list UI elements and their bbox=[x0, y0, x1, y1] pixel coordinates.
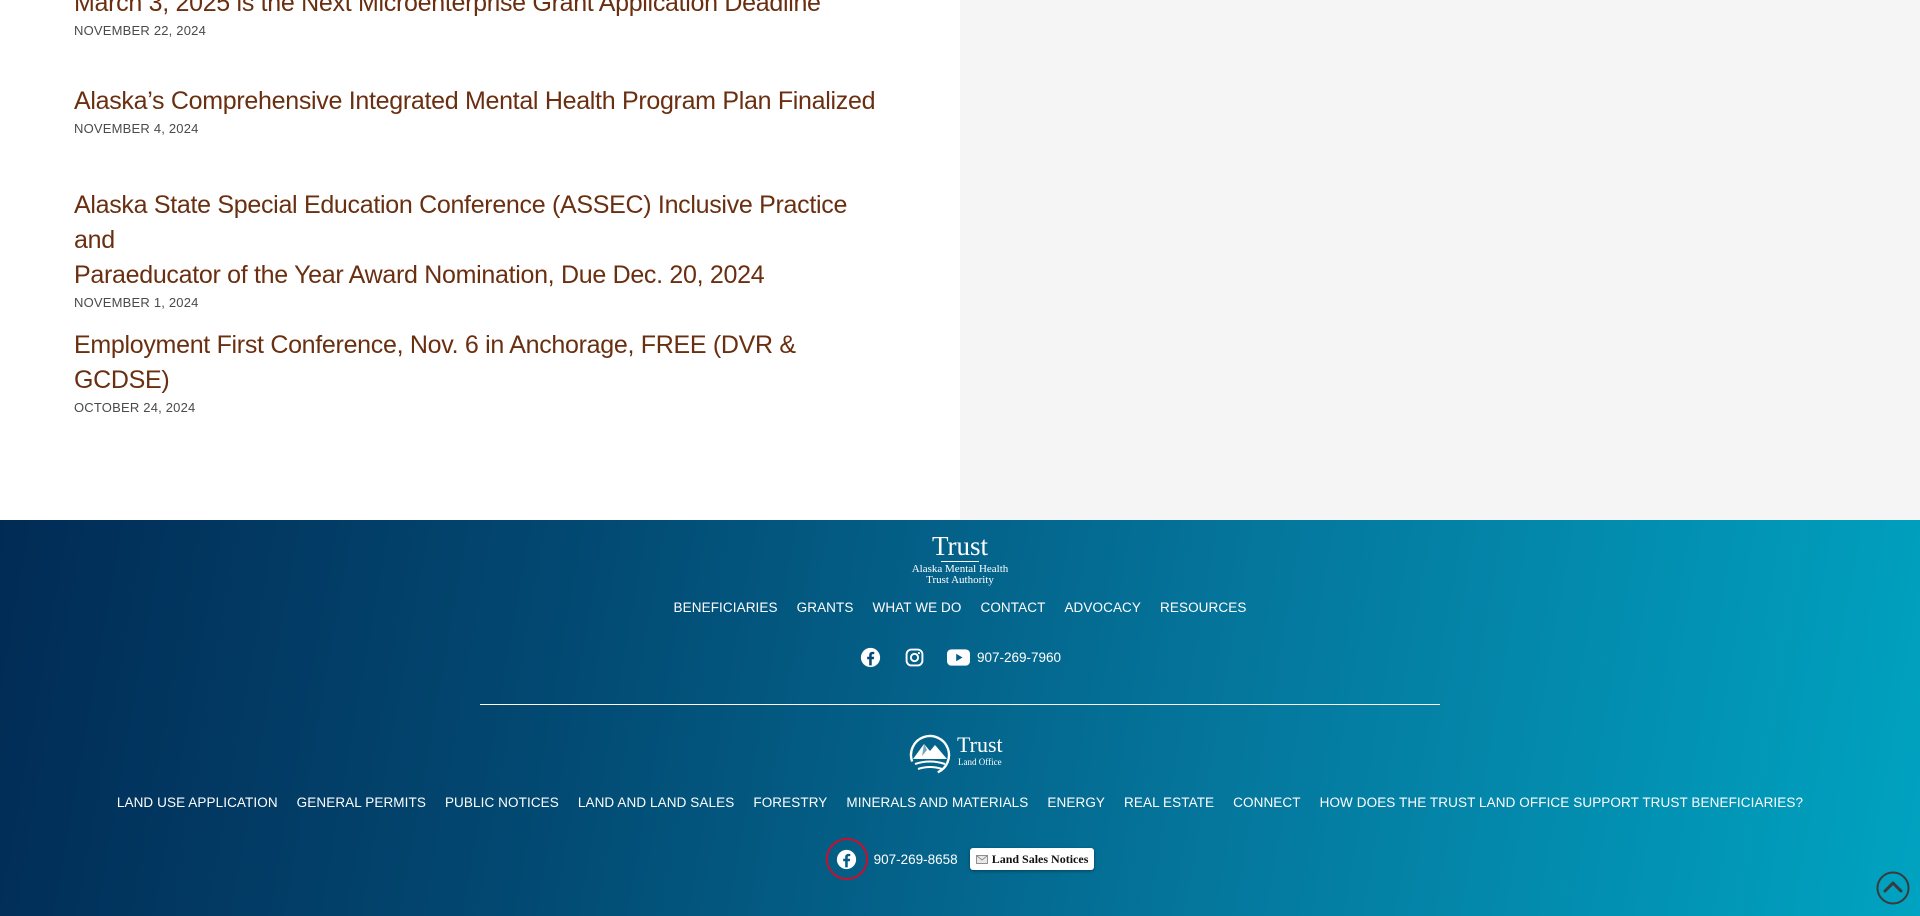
facebook-icon[interactable] bbox=[825, 838, 868, 880]
footer-link-minerals-and-materials[interactable]: MINERALS AND MATERIALS bbox=[846, 795, 1028, 810]
sidebar bbox=[960, 0, 1920, 520]
news-item-title[interactable]: Alaska’s Comprehensive Integrated Mental… bbox=[74, 84, 894, 119]
news-item-title-line: Alaska State Special Education Conferenc… bbox=[74, 191, 848, 254]
footer-social-authority: 907-269-7960 bbox=[0, 645, 1920, 669]
footer-link-public-notices[interactable]: PUBLIC NOTICES bbox=[445, 795, 559, 810]
footer-link-contact[interactable]: CONTACT bbox=[980, 600, 1045, 615]
footer-nav-authority: BENEFICIARIES GRANTS WHAT WE DO CONTACT … bbox=[0, 600, 1920, 615]
envelope-icon bbox=[975, 854, 988, 864]
scroll-to-top-button[interactable] bbox=[1876, 871, 1910, 905]
footer-link-support-beneficiaries[interactable]: HOW DOES THE TRUST LAND OFFICE SUPPORT T… bbox=[1320, 795, 1804, 810]
land-sales-notices-label: Land Sales Notices bbox=[991, 851, 1089, 866]
facebook-icon[interactable] bbox=[859, 645, 883, 669]
news-item-title-line: Paraeducator of the Year Award Nominatio… bbox=[74, 261, 765, 289]
content-area: March 3, 2025 is the Next Microenterpris… bbox=[0, 0, 1920, 520]
footer-link-resources[interactable]: RESOURCES bbox=[1160, 600, 1246, 615]
footer-link-connect[interactable]: CONNECT bbox=[1233, 795, 1300, 810]
footer-phone[interactable]: 907-269-8658 bbox=[874, 852, 958, 867]
news-item: Alaska State Special Education Conferenc… bbox=[74, 188, 894, 310]
footer-link-energy[interactable]: ENERGY bbox=[1047, 795, 1105, 810]
logo-wordmark: Trust bbox=[931, 531, 989, 561]
news-item-date: NOVEMBER 22, 2024 bbox=[74, 23, 207, 38]
news-item-date: OCTOBER 24, 2024 bbox=[74, 400, 196, 415]
logo-subtitle: Trust Authority bbox=[926, 574, 994, 586]
news-item-date: NOVEMBER 4, 2024 bbox=[74, 121, 199, 136]
footer-social-land-office: 907-269-8658 Land Sales Notices bbox=[0, 838, 1920, 880]
news-item-date: NOVEMBER 1, 2024 bbox=[74, 295, 199, 310]
news-item: Employment First Conference, Nov. 6 in A… bbox=[74, 328, 894, 415]
footer-link-real-estate[interactable]: REAL ESTATE bbox=[1124, 795, 1214, 810]
trust-land-office-logo[interactable]: Trust Land Office bbox=[909, 734, 1013, 778]
youtube-icon[interactable] bbox=[947, 645, 971, 669]
footer-link-general-permits[interactable]: GENERAL PERMITS bbox=[297, 795, 426, 810]
news-item-title[interactable]: March 3, 2025 is the Next Microenterpris… bbox=[74, 0, 894, 21]
footer-link-forestry[interactable]: FORESTRY bbox=[753, 795, 827, 810]
footer-link-beneficiaries[interactable]: BENEFICIARIES bbox=[674, 600, 778, 615]
news-list: March 3, 2025 is the Next Microenterpris… bbox=[0, 0, 960, 520]
news-item: Alaska’s Comprehensive Integrated Mental… bbox=[74, 84, 894, 136]
mountain-icon bbox=[909, 734, 951, 776]
news-item-title[interactable]: Employment First Conference, Nov. 6 in A… bbox=[74, 328, 894, 398]
footer-divider bbox=[480, 704, 1440, 705]
site-footer: Trust Alaska Mental Health Trust Authori… bbox=[0, 520, 1920, 916]
trust-authority-logo[interactable]: Trust Alaska Mental Health Trust Authori… bbox=[907, 532, 1013, 586]
footer-phone[interactable]: 907-269-7960 bbox=[977, 650, 1061, 665]
footer-link-land-use-application[interactable]: LAND USE APPLICATION bbox=[117, 795, 278, 810]
footer-link-advocacy[interactable]: ADVOCACY bbox=[1064, 600, 1141, 615]
footer-nav-land-office: LAND USE APPLICATION GENERAL PERMITS PUB… bbox=[0, 795, 1920, 810]
arrow-up-circle-icon bbox=[1876, 871, 1910, 905]
footer-link-land-and-land-sales[interactable]: LAND AND LAND SALES bbox=[578, 795, 734, 810]
footer-link-grants[interactable]: GRANTS bbox=[797, 600, 854, 615]
logo-rule bbox=[941, 561, 979, 562]
footer-link-what-we-do[interactable]: WHAT WE DO bbox=[872, 600, 961, 615]
logo-wordmark: Trust bbox=[957, 732, 1003, 757]
logo-subtitle: Land Office bbox=[958, 757, 1002, 767]
instagram-icon[interactable] bbox=[903, 645, 927, 669]
news-item: March 3, 2025 is the Next Microenterpris… bbox=[74, 0, 894, 38]
land-sales-notices-button[interactable]: Land Sales Notices bbox=[969, 848, 1095, 870]
news-item-title[interactable]: Alaska State Special Education Conferenc… bbox=[74, 188, 894, 293]
